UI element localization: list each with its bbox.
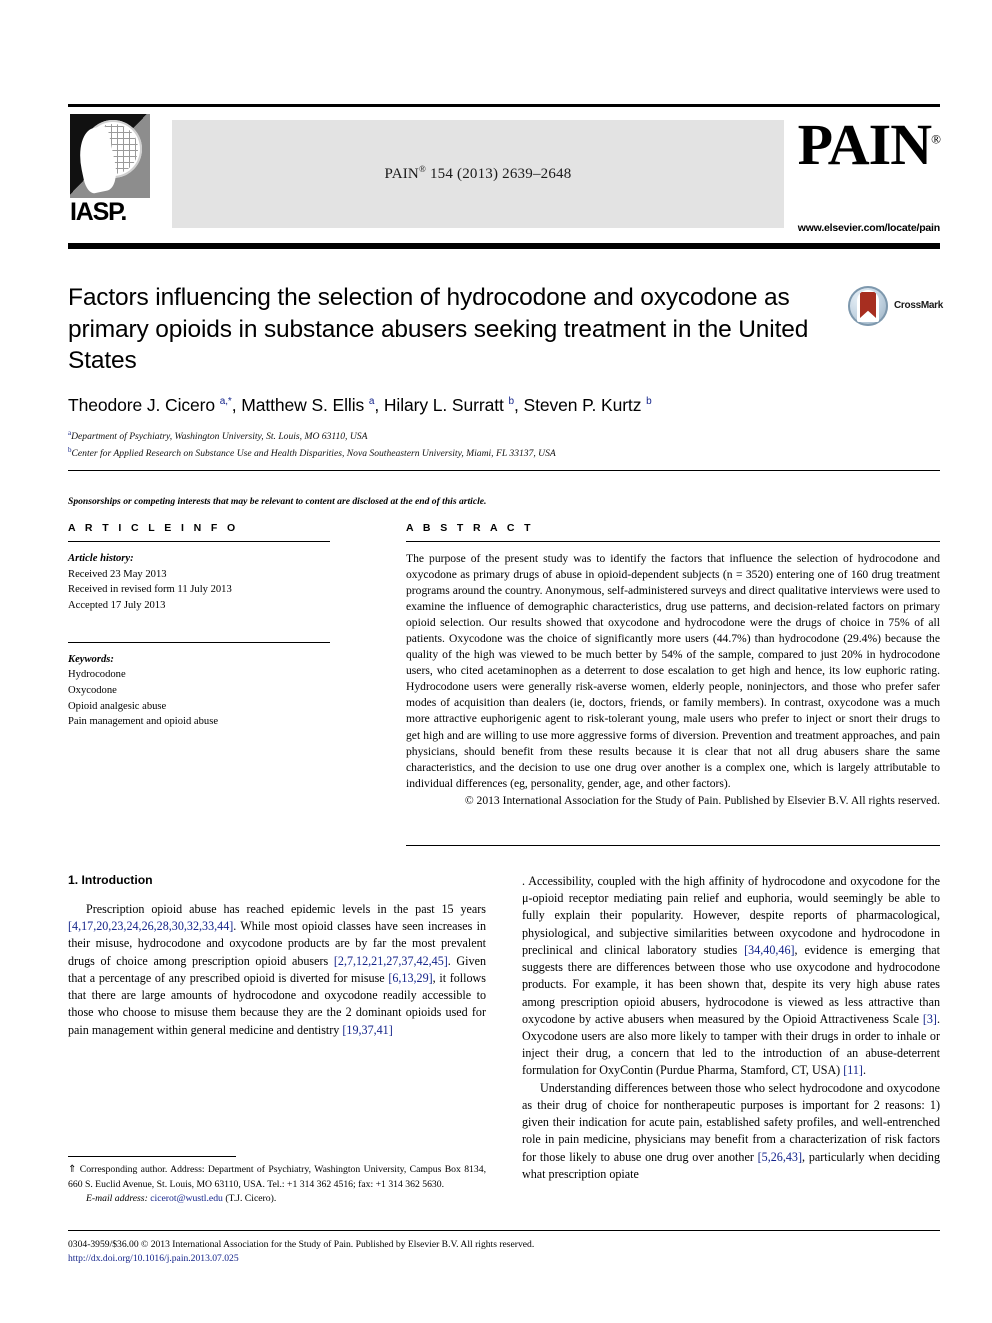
keyword-item: Hydrocodone	[68, 669, 126, 681]
keywords-block: Keywords: Hydrocodone Oxycodone Opioid a…	[68, 652, 330, 730]
citation-reference[interactable]: [19,37,41]	[342, 1023, 392, 1037]
affiliation-a: aDepartment of Psychiatry, Washington Un…	[68, 428, 850, 445]
abstract-body: The purpose of the present study was to …	[406, 552, 940, 790]
citation-line: PAIN® 154 (2013) 2639–2648	[172, 164, 784, 183]
footnote-corresponding-text: Corresponding author. Address: Departmen…	[68, 1164, 486, 1190]
footnote-email-label: E-mail address:	[86, 1192, 148, 1204]
abstract-column: A B S T R A C T The purpose of the prese…	[406, 522, 940, 809]
iasp-logo: IASP.	[68, 112, 156, 236]
article-info-column: A R T I C L E I N F O Article history: R…	[68, 522, 330, 730]
abstract-bottom-rule	[406, 845, 940, 846]
history-item: Received in revised form 11 July 2013	[68, 584, 232, 596]
iasp-hand-icon	[73, 125, 121, 195]
pain-journal-logo: PAIN®	[798, 116, 941, 174]
footer-block: 0304-3959/$36.00 © 2013 International As…	[68, 1238, 940, 1267]
keyword-item: Pain management and opioid abuse	[68, 716, 219, 728]
title-block: Factors influencing the selection of hyd…	[68, 282, 850, 462]
citation-journal: PAIN	[384, 166, 419, 182]
affiliation-b-text: Center for Applied Research on Substance…	[71, 448, 556, 460]
citation-volume-pages: 154 (2013) 2639–2648	[426, 166, 572, 182]
keyword-item: Oxycodone	[68, 685, 117, 697]
iasp-logo-text: IASP.	[70, 198, 127, 226]
footnote-email-link[interactable]: cicerot@wustl.edu	[150, 1193, 223, 1204]
keyword-item: Opioid analgesic abuse	[68, 700, 167, 712]
body-column-right: . Accessibility, coupled with the high a…	[522, 873, 940, 1183]
author-list: Theodore J. Cicero a,*, Matthew S. Ellis…	[68, 394, 652, 415]
title-bottom-rule	[68, 470, 940, 471]
citation-reference[interactable]: [3]	[923, 1012, 937, 1026]
citation-banner: PAIN® 154 (2013) 2639–2648	[172, 120, 784, 228]
article-info-rule	[68, 541, 330, 542]
footnote-email-line: E-mail address: cicerot@wustl.edu (T.J. …	[68, 1192, 486, 1206]
crossmark-label: CrossMark	[894, 300, 943, 311]
intro-paragraph-2: Understanding differences between those …	[522, 1080, 940, 1181]
keywords-label: Keywords:	[68, 653, 114, 665]
keywords-rule	[68, 641, 330, 643]
journal-article-page: IASP. PAIN® 154 (2013) 2639–2648 PAIN® w…	[0, 0, 992, 1323]
abstract-heading: A B S T R A C T	[406, 522, 534, 534]
history-item: Received 23 May 2013	[68, 568, 167, 580]
body-column-left: 1. Introduction Prescription opioid abus…	[68, 873, 486, 1039]
citation-reference[interactable]: [6,13,29]	[388, 971, 432, 985]
citation-reference[interactable]: [4,17,20,23,24,26,28,30,32,33,44]	[68, 919, 233, 933]
footnote-rule	[68, 1156, 236, 1157]
article-history: Article history: Received 23 May 2013 Re…	[68, 551, 330, 614]
abstract-rule	[406, 541, 940, 542]
crossmark-badge[interactable]: CrossMark	[848, 286, 943, 328]
corresponding-author-footnote: ⇑ Corresponding author. Address: Departm…	[68, 1163, 486, 1206]
intro-paragraph-1: Prescription opioid abuse has reached ep…	[68, 902, 486, 1037]
pain-logo-text: PAIN	[797, 112, 932, 177]
citation-reference[interactable]: [5,26,43]	[758, 1150, 802, 1164]
affiliation-a-text: Department of Psychiatry, Washington Uni…	[71, 430, 368, 442]
pain-registered-mark-icon: ®	[931, 131, 941, 147]
masthead-bottom-rule	[68, 243, 940, 249]
crossmark-ribbon-icon	[860, 292, 876, 318]
footnote-email-suffix: (T.J. Cicero).	[222, 1192, 277, 1204]
crossmark-circle-icon	[848, 286, 888, 326]
registered-mark-icon: ®	[418, 164, 427, 174]
citation-reference[interactable]: [34,40,46]	[744, 943, 794, 957]
article-history-label: Article history:	[68, 553, 134, 564]
footer-issn-copyright: 0304-3959/$36.00 © 2013 International As…	[68, 1239, 535, 1250]
history-item: Accepted 17 July 2013	[68, 600, 166, 612]
sponsorship-note: Sponsorships or competing interests that…	[68, 496, 487, 507]
page-content: IASP. PAIN® 154 (2013) 2639–2648 PAIN® w…	[68, 0, 943, 1323]
footer-doi-link[interactable]: http://dx.doi.org/10.1016/j.pain.2013.07…	[68, 1252, 940, 1266]
header-top-rule	[68, 104, 940, 107]
article-info-heading: A R T I C L E I N F O	[68, 522, 239, 534]
publisher-url[interactable]: www.elsevier.com/locate/pain	[798, 222, 940, 234]
affiliation-b: bCenter for Applied Research on Substanc…	[68, 445, 850, 462]
intro-paragraph-1-continued: . Accessibility, coupled with the high a…	[522, 874, 940, 1078]
abstract-copyright: © 2013 International Association for the…	[464, 793, 940, 807]
section-heading-introduction: 1. Introduction	[68, 873, 153, 887]
footer-rule	[68, 1230, 940, 1231]
crossmark-bookmark-icon	[857, 290, 879, 322]
iasp-globe-icon	[70, 114, 150, 198]
citation-reference[interactable]: [2,7,12,21,27,37,42,45]	[334, 954, 448, 968]
page-title: Factors influencing the selection of hyd…	[68, 284, 809, 375]
affiliations: aDepartment of Psychiatry, Washington Un…	[68, 428, 850, 462]
citation-reference[interactable]: [11]	[843, 1063, 863, 1077]
masthead: IASP. PAIN® 154 (2013) 2639–2648 PAIN® w…	[68, 112, 941, 236]
